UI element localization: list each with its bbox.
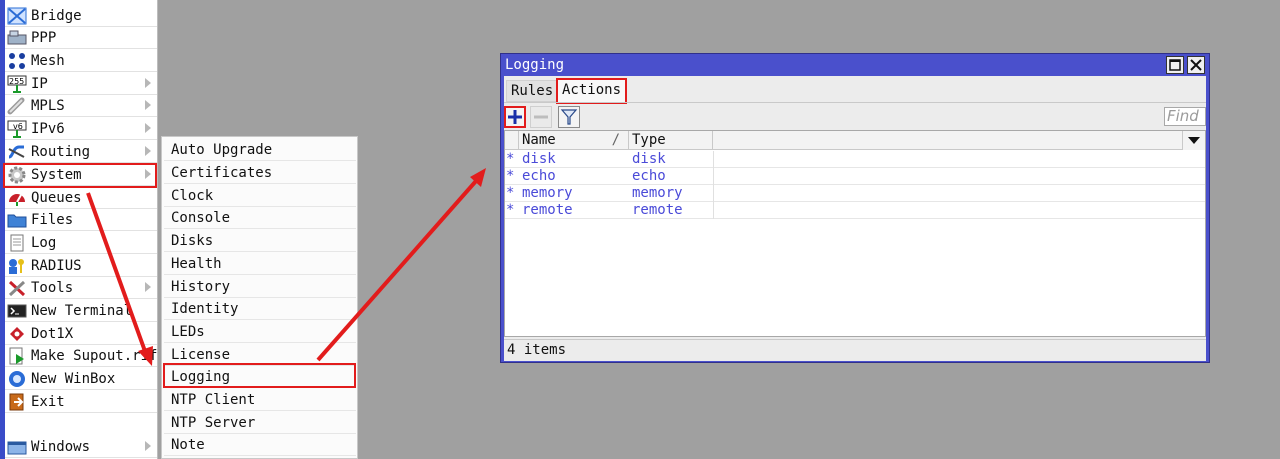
arrow-logging-to-window [316, 168, 486, 362]
annotation-arrows [86, 168, 486, 366]
arrow-system-to-logging [86, 192, 153, 366]
